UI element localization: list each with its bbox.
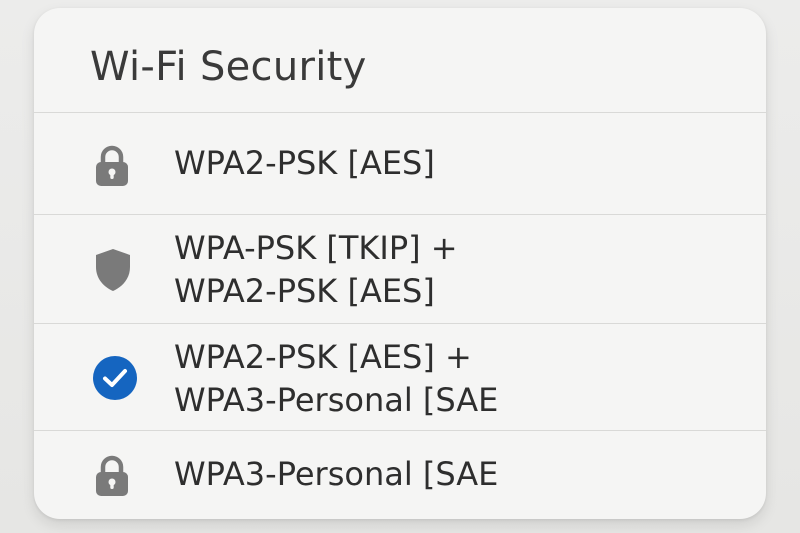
wifi-security-panel: Wi-Fi Security WPA2-PSK [AES] WPA-PSK [T…	[34, 8, 766, 519]
option-wpa3-personal-sae[interactable]: WPA3-Personal [SAE	[34, 431, 766, 519]
option-label-line: WPA-PSK [TKIP] +	[174, 229, 458, 267]
option-wpa2-psk-aes[interactable]: WPA2-PSK [AES]	[34, 113, 766, 214]
option-wpa2-psk-aes-wpa3-personal-sae[interactable]: WPA2-PSK [AES] + WPA3-Personal [SAE	[34, 324, 766, 430]
option-label-line: WPA2-PSK [AES]	[174, 272, 435, 310]
panel-title: Wi-Fi Security	[90, 44, 367, 90]
checkmark-icon	[92, 355, 138, 405]
lock-icon	[94, 455, 130, 501]
option-label-line: WPA2-PSK [AES]	[174, 144, 435, 182]
shield-icon	[94, 247, 132, 297]
lock-icon	[94, 145, 130, 191]
option-label-line: WPA3-Personal [SAE	[174, 455, 499, 493]
option-label: WPA3-Personal [SAE	[174, 453, 498, 496]
option-label: WPA2-PSK [AES]	[174, 142, 435, 185]
option-label-line: WPA2-PSK [AES] +	[174, 338, 472, 376]
option-label: WPA2-PSK [AES] + WPA3-Personal [SAE	[174, 336, 498, 422]
option-wpa-psk-tkip-wpa2-psk-aes[interactable]: WPA-PSK [TKIP] + WPA2-PSK [AES]	[34, 215, 766, 323]
option-label: WPA-PSK [TKIP] + WPA2-PSK [AES]	[174, 227, 458, 313]
option-label-line: WPA3-Personal [SAE	[174, 381, 499, 419]
